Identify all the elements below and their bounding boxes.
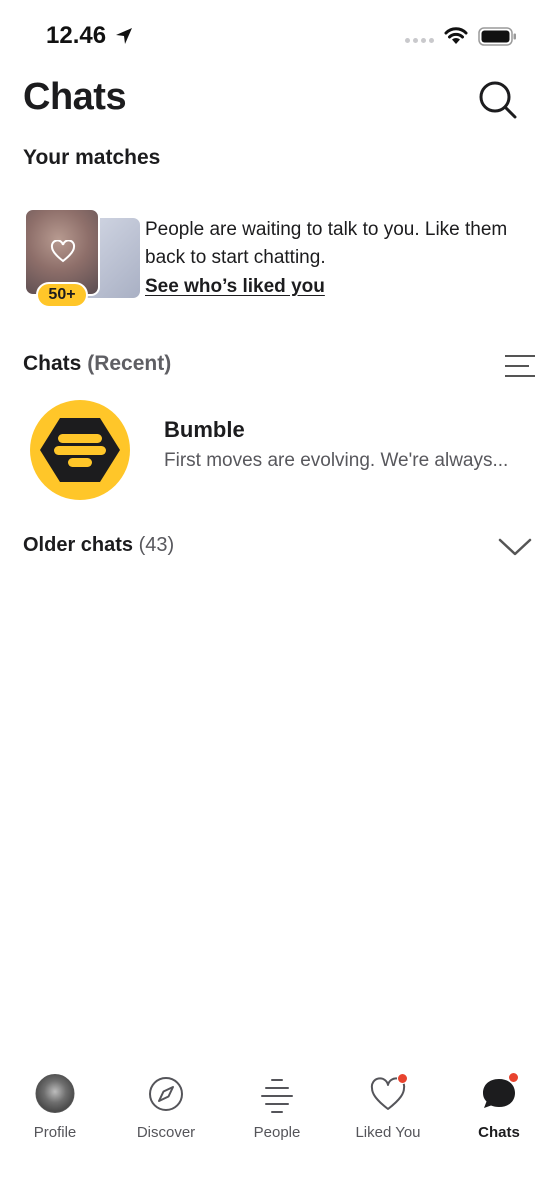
- bumble-logo-icon: [40, 418, 120, 482]
- chat-list-item[interactable]: Bumble First moves are evolving. We're a…: [0, 395, 555, 505]
- older-chats-text: Older chats: [23, 534, 134, 556]
- search-icon[interactable]: [476, 78, 518, 120]
- tab-label: Profile: [33, 1124, 77, 1141]
- see-who-liked-you-link[interactable]: See who’s liked you: [145, 276, 325, 298]
- filter-lines-icon[interactable]: [503, 353, 537, 379]
- tab-discover[interactable]: Discover: [116, 1060, 216, 1150]
- people-lines-icon: [261, 1079, 293, 1113]
- home-indicator: [208, 1180, 348, 1185]
- tab-people[interactable]: People: [227, 1060, 327, 1150]
- notification-dot: [397, 1073, 408, 1084]
- bumble-avatar: [30, 400, 130, 500]
- cellular-signal-icon: [405, 38, 434, 43]
- older-chats-label: Older chats (43): [23, 534, 174, 557]
- location-arrow-icon: [116, 28, 132, 44]
- chat-preview: First moves are evolving. We're always..…: [164, 450, 509, 471]
- chevron-down-icon: [498, 538, 532, 556]
- chats-heading-qualifier: (Recent): [87, 352, 172, 375]
- your-matches-heading: Your matches: [23, 146, 161, 169]
- avatar: [35, 1074, 75, 1113]
- page-title: Chats: [23, 76, 127, 118]
- tab-profile[interactable]: Profile: [5, 1060, 105, 1150]
- tab-label: People: [253, 1124, 301, 1141]
- notification-dot: [508, 1072, 519, 1083]
- battery-icon: [478, 27, 516, 46]
- chats-heading-label: Chats: [23, 352, 82, 375]
- wifi-icon: [444, 27, 468, 44]
- chats-section-heading: Chats (Recent): [23, 352, 171, 376]
- chat-name: Bumble: [164, 417, 245, 442]
- tab-label: Liked You: [355, 1124, 421, 1141]
- status-time: 12.46: [46, 22, 107, 49]
- likes-card[interactable]: 50+ People are waiting to talk to you. L…: [24, 208, 534, 308]
- status-bar: 12.46: [0, 0, 555, 70]
- tab-bar: Profile Discover People Liked You Chats: [0, 1060, 555, 1160]
- compass-icon: [149, 1077, 183, 1111]
- older-chats-toggle[interactable]: Older chats (43): [0, 525, 555, 569]
- heart-icon: [50, 240, 76, 263]
- tab-liked-you[interactable]: Liked You: [338, 1060, 438, 1150]
- older-chats-count: (43): [138, 534, 175, 556]
- tab-label: Discover: [136, 1124, 196, 1141]
- likes-description: People are waiting to talk to you. Like …: [145, 219, 508, 268]
- tab-chats[interactable]: Chats: [449, 1060, 549, 1150]
- tab-label: Chats: [478, 1124, 520, 1141]
- likes-count-badge: 50+: [36, 282, 88, 308]
